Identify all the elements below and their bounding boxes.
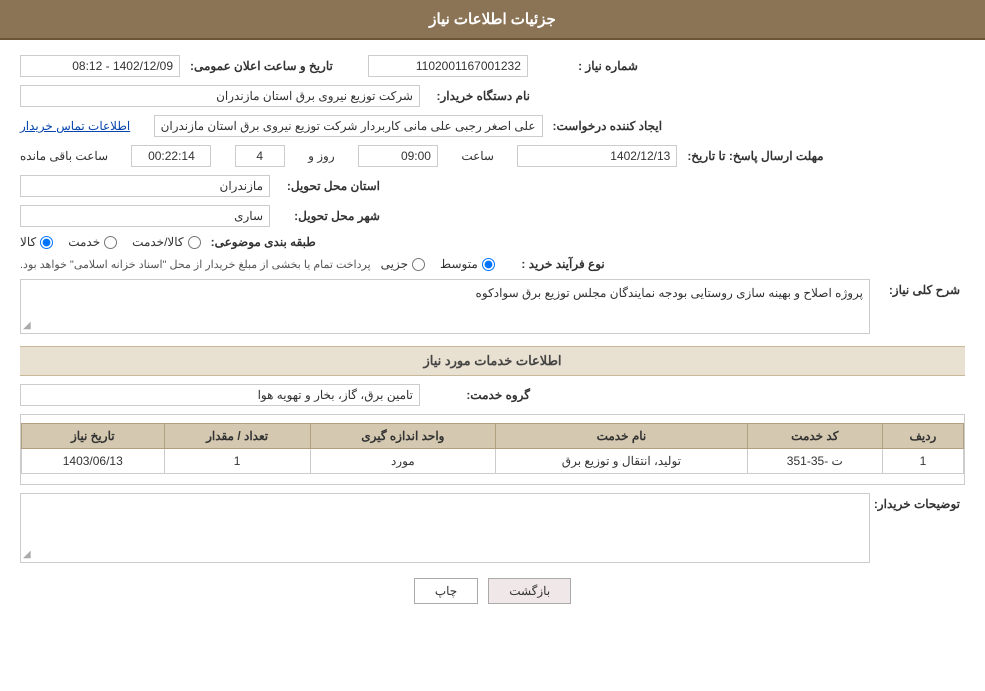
- category-kala-khadamat[interactable]: کالا/خدمت: [132, 235, 200, 249]
- remaining-time: 00:22:14: [131, 145, 211, 167]
- province-value: مازندران: [20, 175, 270, 197]
- description-row: شرح کلی نیاز: پروژه اصلاح و بهینه سازی ر…: [20, 279, 965, 334]
- col-service-name: نام خدمت: [496, 424, 748, 449]
- deadline-time-label: ساعت: [461, 149, 494, 163]
- city-row: شهر محل تحویل: ساری: [20, 205, 965, 227]
- service-group-label: گروه خدمت:: [430, 388, 530, 402]
- resize-icon: ◢: [23, 320, 31, 331]
- print-button[interactable]: چاپ: [414, 578, 478, 604]
- main-content: شماره نیاز : 1102001167001232 تاریخ و سا…: [0, 40, 985, 634]
- col-row-num: ردیف: [882, 424, 963, 449]
- purchase-motavasset[interactable]: متوسط: [440, 257, 495, 271]
- radio-khadamat-label: خدمت: [68, 235, 100, 249]
- announcement-date-label: تاریخ و ساعت اعلان عمومی:: [190, 59, 333, 73]
- table-header-row: ردیف کد خدمت نام خدمت واحد اندازه گیری ت…: [22, 424, 964, 449]
- need-number-label: شماره نیاز :: [538, 59, 638, 73]
- category-radio-group: کالا/خدمت خدمت کالا: [20, 235, 201, 249]
- service-group-row: گروه خدمت: تامین برق، گاز، بخار و تهویه …: [20, 384, 965, 406]
- province-row: استان محل تحویل: مازندران: [20, 175, 965, 197]
- deadline-date: 1402/12/13: [517, 145, 677, 167]
- buyer-org-row: نام دستگاه خریدار: شرکت توزیع نیروی برق …: [20, 85, 965, 107]
- services-table: ردیف کد خدمت نام خدمت واحد اندازه گیری ت…: [21, 423, 964, 474]
- category-kala[interactable]: کالا: [20, 235, 53, 249]
- need-number-row: شماره نیاز : 1102001167001232 تاریخ و سا…: [20, 55, 965, 77]
- city-label: شهر محل تحویل:: [280, 209, 380, 223]
- notes-resize-icon: ◢: [23, 549, 31, 560]
- bottom-buttons: بازگشت چاپ: [20, 578, 965, 604]
- category-row: طبقه بندی موضوعی: کالا/خدمت خدمت کالا: [20, 235, 965, 249]
- deadline-days-label: روز و: [308, 149, 335, 163]
- buyer-notes-label: توضیحات خریدار:: [870, 493, 960, 511]
- deadline-row: مهلت ارسال پاسخ: تا تاریخ: 1402/12/13 سا…: [20, 145, 965, 167]
- purchase-type-row: نوع فرآیند خرید : متوسط جزیی پرداخت تمام…: [20, 257, 965, 271]
- table-row: 1 ت -35-351 تولید، انتقال و توزیع برق مو…: [22, 449, 964, 474]
- buyer-org-value: شرکت توزیع نیروی برق استان مازندران: [20, 85, 420, 107]
- page-title: جزئیات اطلاعات نیاز: [429, 11, 556, 28]
- col-service-code: کد خدمت: [747, 424, 882, 449]
- category-label: طبقه بندی موضوعی:: [211, 235, 316, 249]
- category-khadamat[interactable]: خدمت: [68, 235, 117, 249]
- radio-jozvi[interactable]: [412, 258, 425, 271]
- col-unit: واحد اندازه گیری: [310, 424, 495, 449]
- description-label: شرح کلی نیاز:: [870, 279, 960, 297]
- services-section-title: اطلاعات خدمات مورد نیاز: [20, 346, 965, 376]
- purchase-type-label: نوع فرآیند خرید :: [505, 257, 605, 271]
- description-value: پروژه اصلاح و بهینه سازی روستایی بودجه ن…: [476, 286, 863, 300]
- cell-date: 1403/06/13: [22, 449, 165, 474]
- deadline-label: مهلت ارسال پاسخ: تا تاریخ:: [687, 149, 823, 163]
- province-label: استان محل تحویل:: [280, 179, 380, 193]
- cell-unit: مورد: [310, 449, 495, 474]
- service-group-value: تامین برق، گاز، بخار و تهویه هوا: [20, 384, 420, 406]
- announcement-date-value: 1402/12/09 - 08:12: [20, 55, 180, 77]
- radio-kala[interactable]: [40, 236, 53, 249]
- purchase-note: پرداخت تمام یا بخشی از مبلغ خریدار از مح…: [20, 258, 371, 271]
- description-content: پروژه اصلاح و بهینه سازی روستایی بودجه ن…: [20, 279, 870, 334]
- contact-link[interactable]: اطلاعات تماس خریدار: [20, 119, 130, 133]
- services-table-wrapper: ردیف کد خدمت نام خدمت واحد اندازه گیری ت…: [20, 414, 965, 485]
- col-quantity: تعداد / مقدار: [164, 424, 310, 449]
- radio-kala-label: کالا: [20, 235, 36, 249]
- page-header: جزئیات اطلاعات نیاز: [0, 0, 985, 40]
- col-date: تاریخ نیاز: [22, 424, 165, 449]
- purchase-type-radio-group: متوسط جزیی: [381, 257, 495, 271]
- deadline-time: 09:00: [358, 145, 438, 167]
- radio-motavasset-label: متوسط: [440, 257, 478, 271]
- description-box: پروژه اصلاح و بهینه سازی روستایی بودجه ن…: [20, 279, 870, 334]
- radio-motavasset[interactable]: [482, 258, 495, 271]
- radio-khadamat[interactable]: [104, 236, 117, 249]
- need-number-value: 1102001167001232: [368, 55, 528, 77]
- requester-label: ایجاد کننده درخواست:: [553, 119, 663, 133]
- buyer-notes-box: ◢: [20, 493, 870, 563]
- radio-kala-khadamat-label: کالا/خدمت: [132, 235, 183, 249]
- cell-quantity: 1: [164, 449, 310, 474]
- remaining-label: ساعت باقی مانده: [20, 149, 108, 163]
- buyer-notes-section: توضیحات خریدار: ◢: [20, 493, 965, 563]
- cell-service-name: تولید، انتقال و توزیع برق: [496, 449, 748, 474]
- deadline-days: 4: [235, 145, 285, 167]
- requester-value: علی اصغر رجبی علی مانی کاربردار شرکت توز…: [154, 115, 543, 137]
- cell-row-num: 1: [882, 449, 963, 474]
- cell-service-code: ت -35-351: [747, 449, 882, 474]
- back-button[interactable]: بازگشت: [488, 578, 571, 604]
- radio-jozvi-label: جزیی: [381, 257, 408, 271]
- city-value: ساری: [20, 205, 270, 227]
- buyer-org-label: نام دستگاه خریدار:: [430, 89, 530, 103]
- requester-row: ایجاد کننده درخواست: علی اصغر رجبی علی م…: [20, 115, 965, 137]
- purchase-jozvi[interactable]: جزیی: [381, 257, 425, 271]
- radio-kala-khadamat[interactable]: [188, 236, 201, 249]
